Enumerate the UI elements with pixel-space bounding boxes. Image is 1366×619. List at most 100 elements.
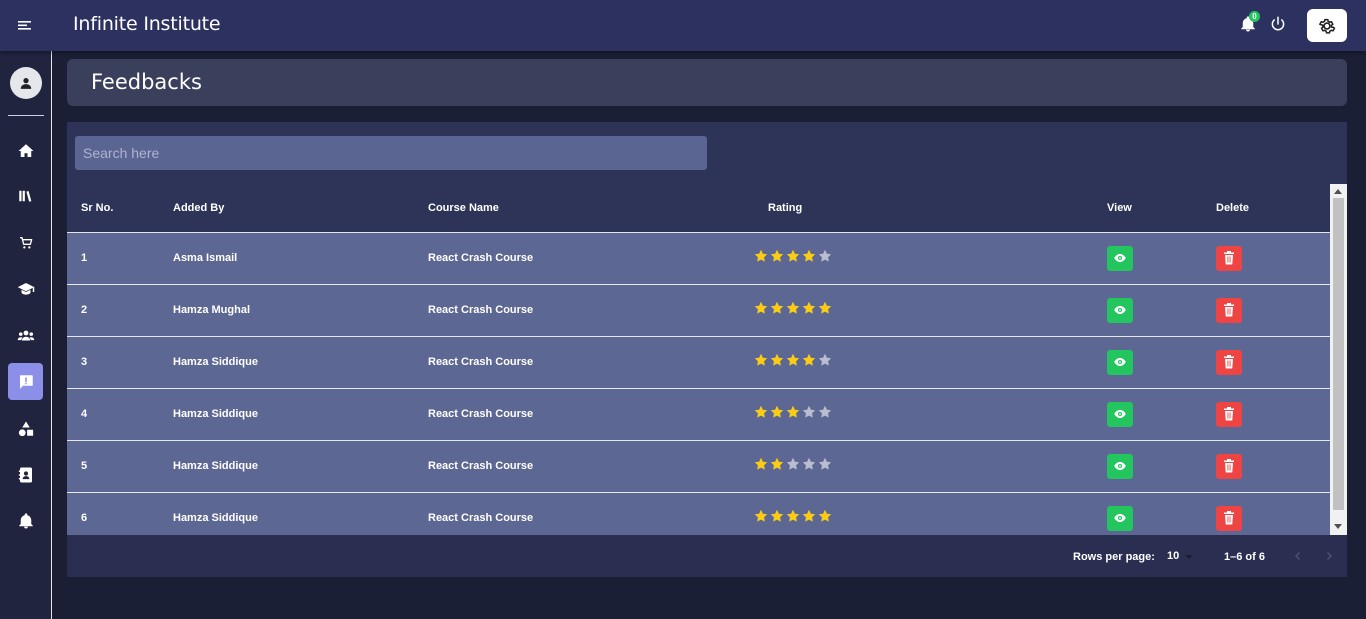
star-rating [754, 509, 1093, 523]
logout-button[interactable] [1269, 15, 1289, 35]
menu-toggle-button[interactable] [16, 17, 36, 33]
scroll-down-arrow-icon[interactable] [1334, 524, 1342, 529]
menu-icon [18, 21, 31, 30]
table-row: 2 Hamza Mughal React Crash Course [67, 284, 1330, 337]
star-rating [754, 405, 1093, 419]
cell-added-by: Hamza Siddique [159, 388, 414, 441]
search-input[interactable] [75, 136, 707, 170]
column-header-delete: Delete [1202, 184, 1330, 233]
view-feedback-button[interactable] [1107, 245, 1133, 271]
previous-page-button[interactable] [1289, 547, 1307, 565]
column-header-rating: Rating [754, 184, 1093, 233]
app-title: Infinite Institute [73, 13, 221, 35]
sidebar-item-users[interactable] [8, 317, 43, 354]
sidebar-item-home[interactable] [8, 132, 43, 169]
delete-feedback-button[interactable] [1216, 297, 1242, 323]
view-feedback-button[interactable] [1107, 401, 1133, 427]
column-header-sr: Sr No. [67, 184, 159, 233]
chevron-down-icon[interactable] [1185, 555, 1193, 559]
trash-icon [1224, 459, 1234, 473]
cart-icon [19, 236, 32, 248]
feedback-table: Sr No. Added By Course Name Rating View … [67, 184, 1330, 535]
scroll-up-arrow-icon[interactable] [1334, 189, 1342, 194]
eye-icon [1114, 409, 1126, 419]
table-pagination: Rows per page: 10 1–6 of 6 [67, 535, 1347, 577]
pagination-range: 1–6 of 6 [1224, 551, 1265, 563]
sidebar-item-notifications[interactable] [8, 502, 43, 539]
trash-icon [1224, 251, 1234, 265]
table-header-row: Sr No. Added By Course Name Rating View … [67, 184, 1330, 233]
eye-icon [1114, 357, 1126, 367]
star-filled-icon [770, 509, 784, 522]
star-rating [754, 457, 1093, 471]
table-row: 3 Hamza Siddique React Crash Course [67, 336, 1330, 389]
rows-per-page-select[interactable]: 10 [1167, 550, 1179, 562]
cell-delete [1202, 232, 1330, 285]
sidebar-item-cart[interactable] [8, 224, 43, 261]
cell-rating [754, 440, 1093, 493]
delete-feedback-button[interactable] [1216, 505, 1242, 531]
star-filled-icon [770, 249, 784, 262]
star-filled-icon [802, 249, 816, 262]
sidebar-item-courses[interactable] [8, 270, 43, 307]
cell-delete [1202, 440, 1330, 493]
table-row: 5 Hamza Siddique React Crash Course [67, 440, 1330, 493]
chevron-right-icon [1326, 551, 1333, 561]
star-filled-icon [786, 405, 800, 418]
shapes-icon [18, 421, 33, 436]
column-header-course-name: Course Name [414, 184, 754, 233]
cell-rating [754, 336, 1093, 389]
star-filled-icon [770, 301, 784, 314]
graduation-cap-icon [17, 282, 34, 295]
star-filled-icon [802, 509, 816, 522]
view-feedback-button[interactable] [1107, 349, 1133, 375]
settings-button[interactable] [1307, 9, 1347, 42]
scroll-thumb[interactable] [1333, 198, 1344, 510]
delete-feedback-button[interactable] [1216, 349, 1242, 375]
table-row: 1 Asma Ismail React Crash Course [67, 232, 1330, 285]
star-rating [754, 353, 1093, 367]
cell-course-name: React Crash Course [414, 440, 754, 493]
star-empty-icon [818, 405, 832, 418]
star-empty-icon [802, 405, 816, 418]
chevron-left-icon [1294, 551, 1301, 561]
trash-icon [1224, 511, 1234, 525]
cell-delete [1202, 492, 1330, 535]
view-feedback-button[interactable] [1107, 453, 1133, 479]
star-filled-icon [786, 249, 800, 262]
star-empty-icon [802, 457, 816, 470]
notification-badge: 0 [1249, 11, 1260, 22]
cell-delete [1202, 284, 1330, 337]
sidebar-item-categories[interactable] [8, 410, 43, 447]
table-body: 1 Asma Ismail React Crash Course 2 Hamza Mug… [67, 232, 1330, 535]
delete-feedback-button[interactable] [1216, 453, 1242, 479]
avatar[interactable] [10, 67, 42, 99]
cell-view [1093, 388, 1202, 441]
gear-icon [1319, 18, 1336, 34]
sidebar-item-feedbacks[interactable] [8, 363, 43, 400]
star-empty-icon [818, 457, 832, 470]
delete-feedback-button[interactable] [1216, 245, 1242, 271]
cell-added-by: Hamza Mughal [159, 284, 414, 337]
sidebar [0, 51, 52, 619]
cell-rating [754, 492, 1093, 535]
cell-sr-no: 6 [67, 492, 159, 535]
library-icon [18, 190, 31, 202]
cell-view [1093, 284, 1202, 337]
table-scrollbar[interactable] [1330, 184, 1347, 535]
sidebar-divider [8, 115, 44, 116]
cell-sr-no: 2 [67, 284, 159, 337]
view-feedback-button[interactable] [1107, 505, 1133, 531]
trash-icon [1224, 355, 1234, 369]
star-filled-icon [770, 457, 784, 470]
next-page-button[interactable] [1320, 547, 1338, 565]
delete-feedback-button[interactable] [1216, 401, 1242, 427]
star-empty-icon [818, 249, 832, 262]
sidebar-item-contacts[interactable] [8, 456, 43, 493]
notifications-button[interactable]: 0 [1239, 11, 1260, 35]
eye-icon [1114, 253, 1126, 263]
sidebar-item-library[interactable] [8, 177, 43, 214]
users-icon [17, 330, 34, 340]
view-feedback-button[interactable] [1107, 297, 1133, 323]
cell-view [1093, 440, 1202, 493]
